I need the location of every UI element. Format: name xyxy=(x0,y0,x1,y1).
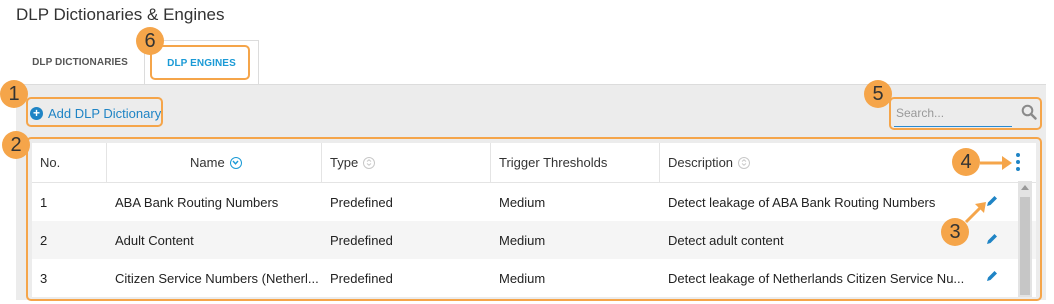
annotation-badge-2: 2 xyxy=(2,131,30,159)
header-type[interactable]: Type xyxy=(322,142,491,183)
annotation-badge-6: 6 xyxy=(136,27,164,55)
table-row[interactable]: 1 ABA Bank Routing Numbers Predefined Me… xyxy=(32,183,1036,221)
header-name[interactable]: Name xyxy=(107,142,322,183)
table-header: No. Name Type Trigger Thresholds Descrip… xyxy=(32,142,1036,183)
search-icon[interactable] xyxy=(1021,104,1037,120)
cell-description: Detect leakage of ABA Bank Routing Numbe… xyxy=(668,194,936,210)
cell-threshold: Medium xyxy=(499,232,546,248)
header-description[interactable]: Description xyxy=(660,143,1002,183)
header-trigger-thresholds: Trigger Thresholds xyxy=(491,142,660,183)
annotation-arrow-3 xyxy=(964,202,986,224)
sort-icon[interactable] xyxy=(363,156,376,169)
dlp-dictionaries-table: No. Name Type Trigger Thresholds Descrip… xyxy=(32,142,1036,297)
cell-name: ABA Bank Routing Numbers xyxy=(115,194,279,210)
plus-icon: + xyxy=(30,106,43,120)
table-row[interactable]: 2 Adult Content Predefined Medium Detect… xyxy=(32,221,1036,259)
cell-name: Citizen Service Numbers (Netherl... xyxy=(115,270,319,286)
cell-no: 3 xyxy=(40,270,48,286)
table-row[interactable]: 3 Citizen Service Numbers (Netherl... Pr… xyxy=(32,259,1036,297)
add-dlp-dictionary-button[interactable]: + Add DLP Dictionary xyxy=(30,104,161,122)
cell-no: 1 xyxy=(40,194,48,210)
annotation-badge-4: 4 xyxy=(952,148,980,176)
scrollbar-thumb[interactable] xyxy=(1020,197,1030,295)
edit-pencil-icon[interactable] xyxy=(985,232,999,246)
search-box xyxy=(894,102,1012,127)
annotation-arrow-4 xyxy=(980,156,1012,170)
sort-chevron-down-icon[interactable] xyxy=(229,156,242,169)
edit-pencil-icon[interactable] xyxy=(985,269,999,283)
cell-threshold: Medium xyxy=(499,270,546,286)
cell-type: Predefined xyxy=(330,232,393,248)
sort-icon[interactable] xyxy=(738,156,751,169)
column-options-kebab-icon[interactable] xyxy=(1015,153,1021,171)
add-dlp-dictionary-label: Add DLP Dictionary xyxy=(48,105,162,121)
header-no: No. xyxy=(32,142,107,183)
scroll-up-arrow-icon[interactable] xyxy=(1021,185,1029,190)
search-input[interactable] xyxy=(894,102,994,124)
page-title: DLP Dictionaries & Engines xyxy=(16,5,225,24)
cell-type: Predefined xyxy=(330,194,393,210)
annotation-badge-5: 5 xyxy=(864,80,892,108)
cell-no: 2 xyxy=(40,232,48,248)
cell-description: Detect leakage of Netherlands Citizen Se… xyxy=(668,270,965,286)
cell-type: Predefined xyxy=(330,270,393,286)
tab-dlp-dictionaries[interactable]: DLP DICTIONARIES xyxy=(16,40,144,85)
cell-name: Adult Content xyxy=(115,232,194,248)
cell-threshold: Medium xyxy=(499,194,546,210)
annotation-badge-1: 1 xyxy=(0,80,28,108)
